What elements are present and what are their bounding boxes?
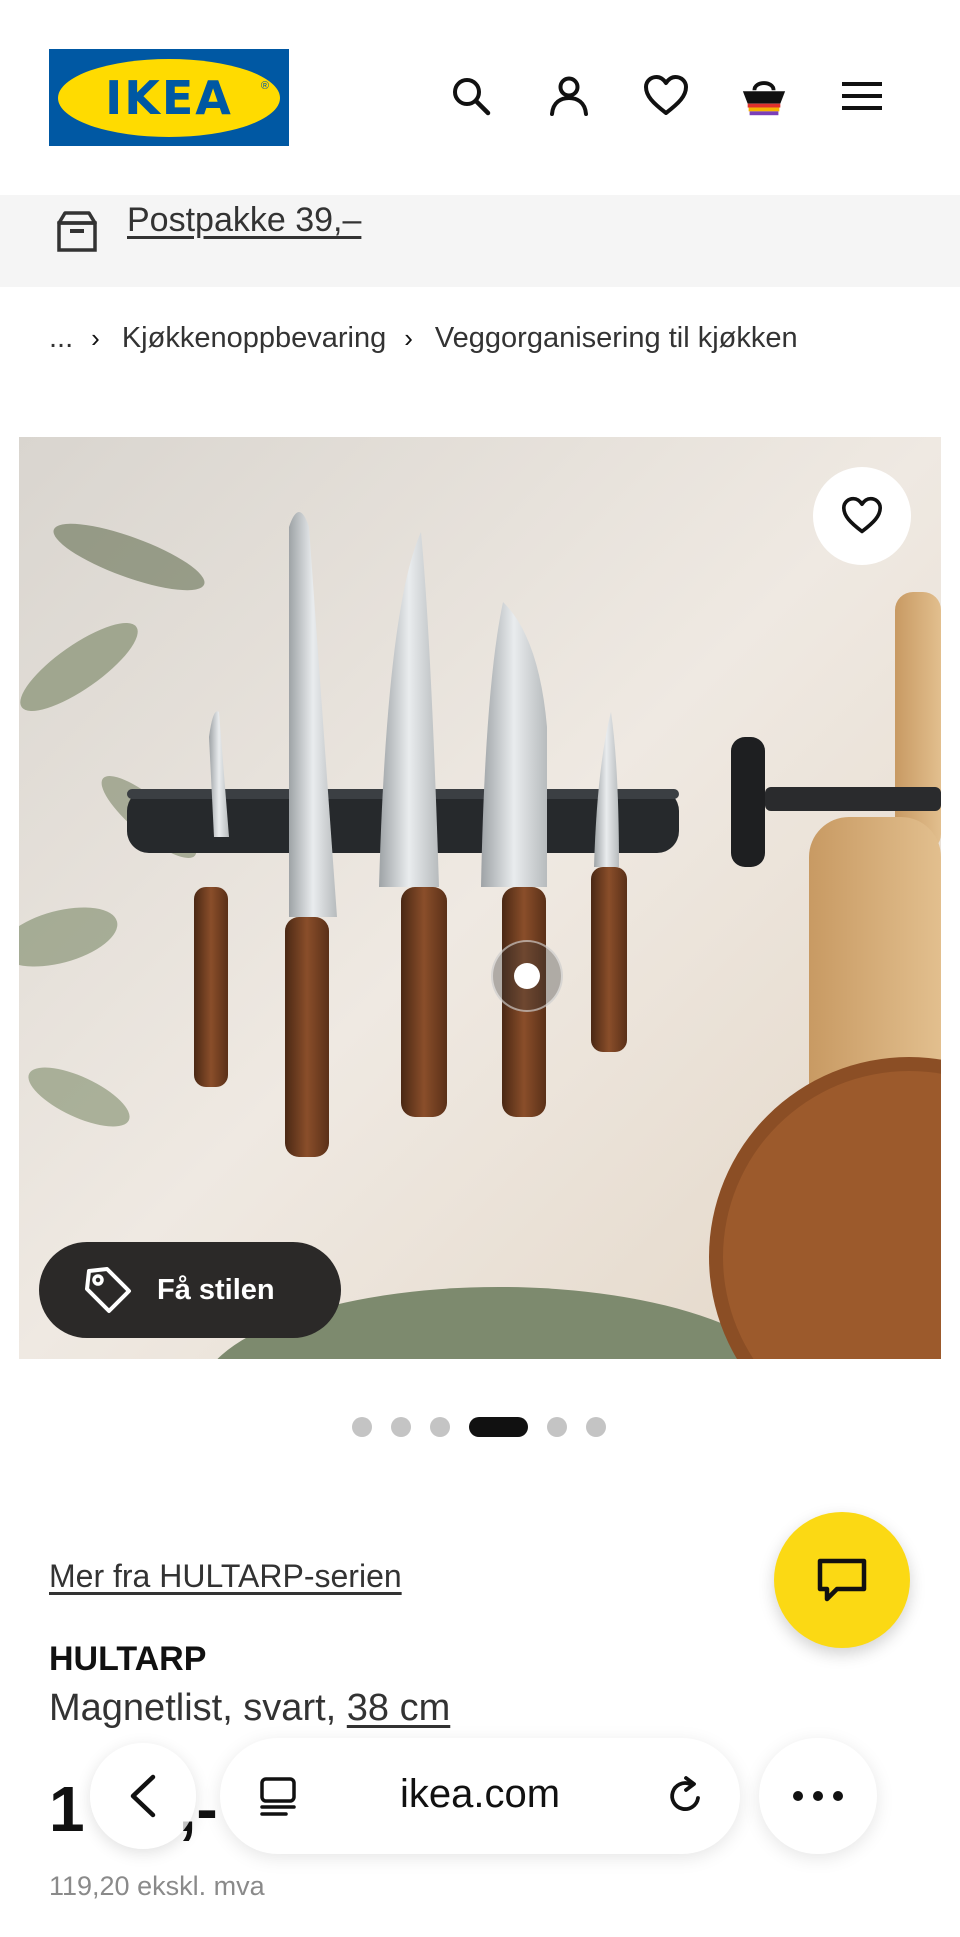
heart-icon[interactable] <box>642 72 690 120</box>
breadcrumb-item-wall-organizing[interactable]: Veggorganisering til kjøkken <box>435 322 798 355</box>
product-hotspot[interactable] <box>491 940 563 1012</box>
logo-text: IKEA <box>105 70 233 125</box>
breadcrumb-chevron-icon: › <box>404 322 413 353</box>
search-icon[interactable] <box>447 72 495 120</box>
account-icon[interactable] <box>545 72 593 120</box>
delivery-box-icon <box>55 209 99 253</box>
basket-icon[interactable] <box>740 72 788 120</box>
url-text: ikea.com <box>399 1772 561 1816</box>
carousel-dot[interactable] <box>430 1417 450 1437</box>
breadcrumb: ... › Kjøkkenoppbevaring › Veggorganiser… <box>49 318 798 358</box>
logo-oval: IKEA <box>58 58 280 137</box>
carousel-dot[interactable] <box>586 1417 606 1437</box>
menu-icon[interactable] <box>838 72 886 120</box>
carousel-dot[interactable] <box>547 1417 567 1437</box>
carousel-dot-active[interactable] <box>469 1417 528 1437</box>
price-tag-icon <box>85 1267 131 1313</box>
delivery-link[interactable]: Postpakke 39,– <box>127 201 361 240</box>
chat-button[interactable] <box>774 1512 910 1648</box>
chat-icon <box>817 1558 867 1602</box>
product-description: Magnetlist, svart, 38 cm <box>49 1687 450 1730</box>
price-value: 1 <box>49 1773 85 1845</box>
browser-back-button[interactable] <box>90 1743 196 1849</box>
series-link[interactable]: Mer fra HULTARP-serien <box>49 1558 402 1595</box>
carousel-dot[interactable] <box>352 1417 372 1437</box>
carousel-dot[interactable] <box>391 1417 411 1437</box>
breadcrumb-ellipsis[interactable]: ... <box>49 322 73 355</box>
reload-icon[interactable] <box>664 1774 708 1818</box>
ikea-logo[interactable]: IKEA ® <box>49 49 289 146</box>
back-icon <box>130 1774 156 1818</box>
site-header: IKEA ® <box>0 0 960 195</box>
product-image[interactable] <box>19 437 941 1359</box>
product-description-text: Magnetlist, svart, <box>49 1687 337 1729</box>
size-link[interactable]: 38 cm <box>347 1687 450 1729</box>
carousel-indicator <box>352 1416 625 1438</box>
browser-more-button[interactable] <box>759 1738 877 1854</box>
logo-registered-mark: ® <box>260 80 269 92</box>
shop-the-look-button[interactable]: Få stilen <box>39 1242 341 1338</box>
more-icon <box>793 1791 843 1801</box>
shop-the-look-label: Få stilen <box>157 1273 275 1306</box>
add-to-favourites-button[interactable] <box>813 467 911 565</box>
price-excl-vat: 119,20 ekskl. mva <box>49 1871 265 1901</box>
product-name: HULTARP <box>49 1640 207 1678</box>
browser-address-bar[interactable]: ikea.com <box>220 1738 740 1854</box>
breadcrumb-chevron-icon: › <box>91 322 100 353</box>
hotspot-dot <box>514 963 540 989</box>
heart-icon <box>842 496 883 534</box>
breadcrumb-item-kitchen-storage[interactable]: Kjøkkenoppbevaring <box>122 322 386 355</box>
